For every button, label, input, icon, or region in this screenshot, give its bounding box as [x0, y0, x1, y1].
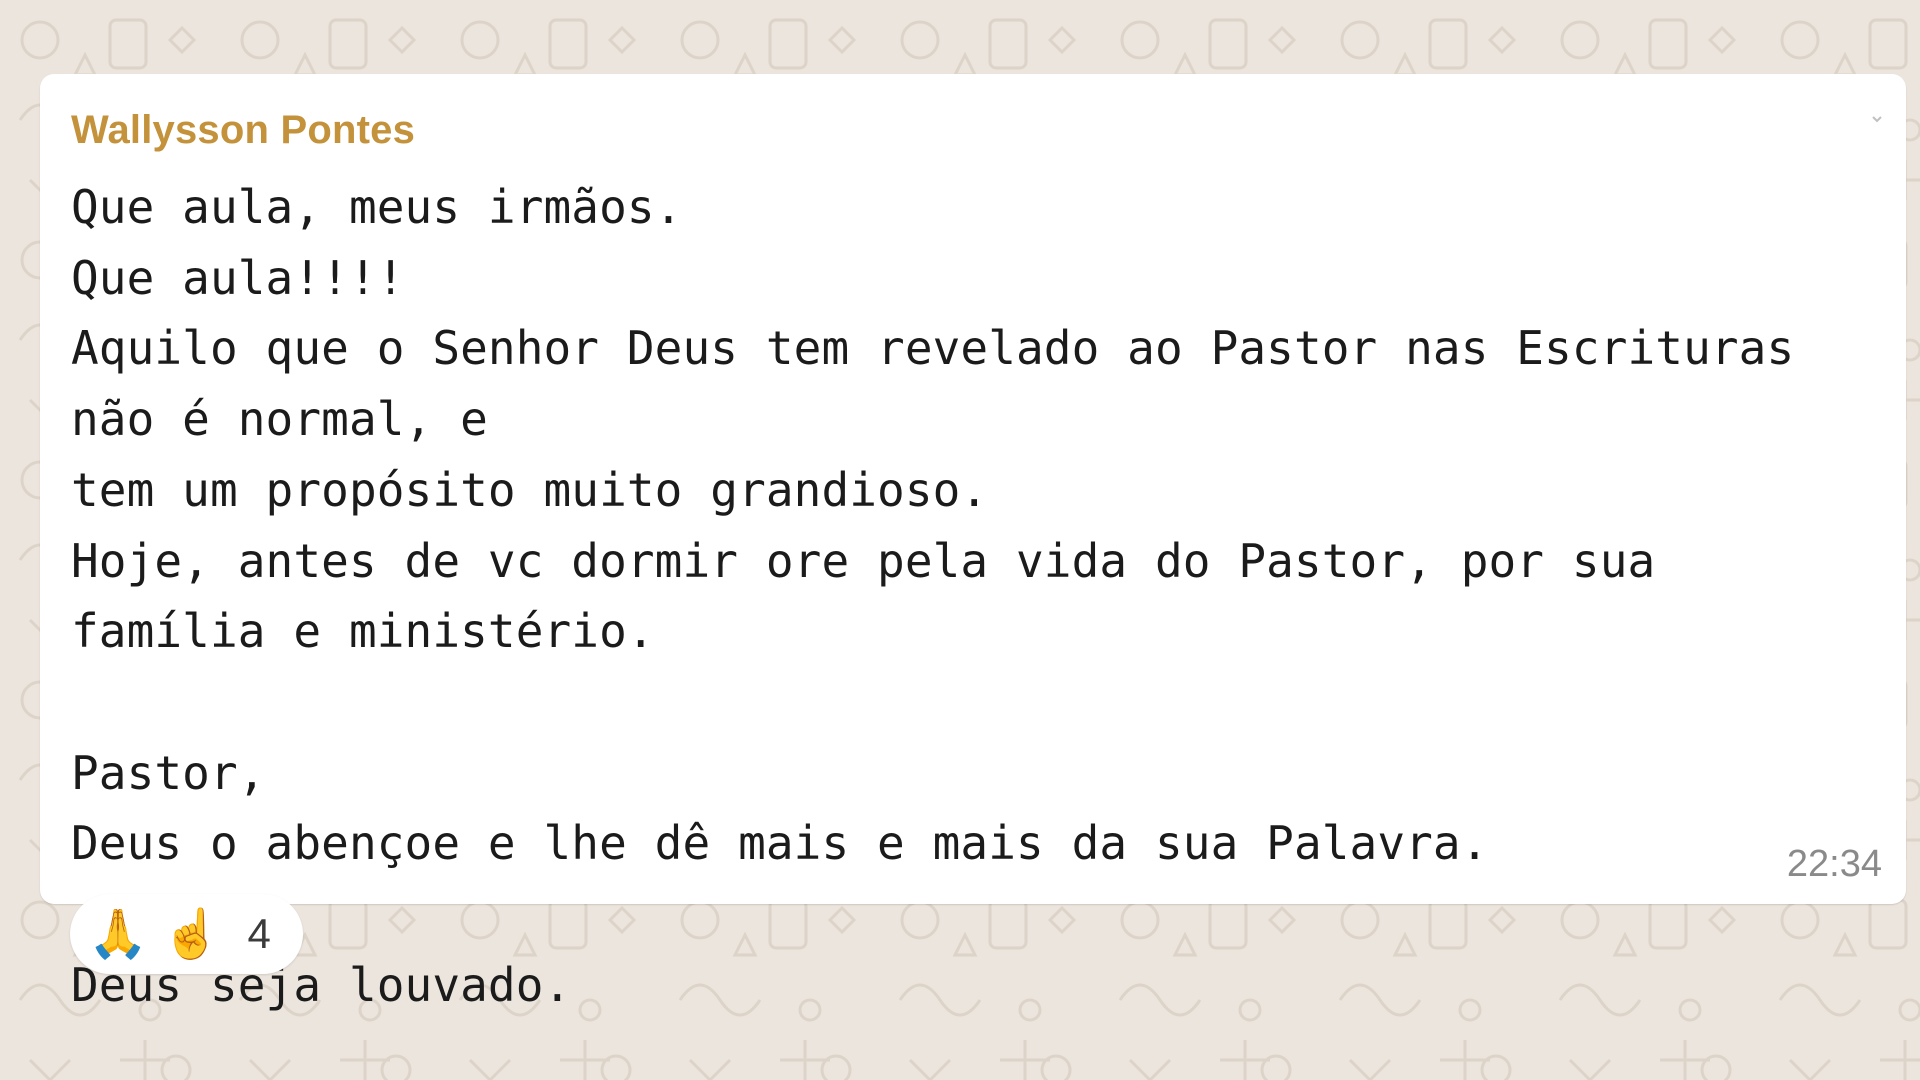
chevron-down-icon[interactable]	[1870, 112, 1884, 126]
message-line: Aquilo que o Senhor Deus tem revelado ao…	[71, 321, 1823, 447]
reaction-count: 4	[247, 910, 271, 957]
reactions-pill[interactable]: 🙏 ☝️ 4	[70, 894, 303, 974]
message-line: Deus o abençoe e lhe dê mais e mais da s…	[71, 816, 1489, 871]
pointing-up-emoji: ☝️	[161, 906, 222, 962]
message-line: Hoje, antes de vc dormir ore pela vida d…	[71, 533, 1684, 659]
message-timestamp: 22:34	[1786, 843, 1882, 885]
message-line: Pastor,	[71, 745, 266, 800]
sender-name[interactable]: Wallysson Pontes	[71, 108, 415, 153]
message-line: Que aula!!!!	[71, 250, 405, 305]
message-text: Que aula, meus irmãos. Que aula!!!! Aqui…	[71, 172, 1871, 1020]
message-bubble[interactable]: Wallysson Pontes Que aula, meus irmãos. …	[40, 74, 1906, 1012]
folded-hands-emoji: 🙏	[88, 906, 148, 962]
message-line: Que aula, meus irmãos.	[71, 180, 683, 234]
message-line: tem um propósito muito grandioso.	[71, 462, 989, 517]
